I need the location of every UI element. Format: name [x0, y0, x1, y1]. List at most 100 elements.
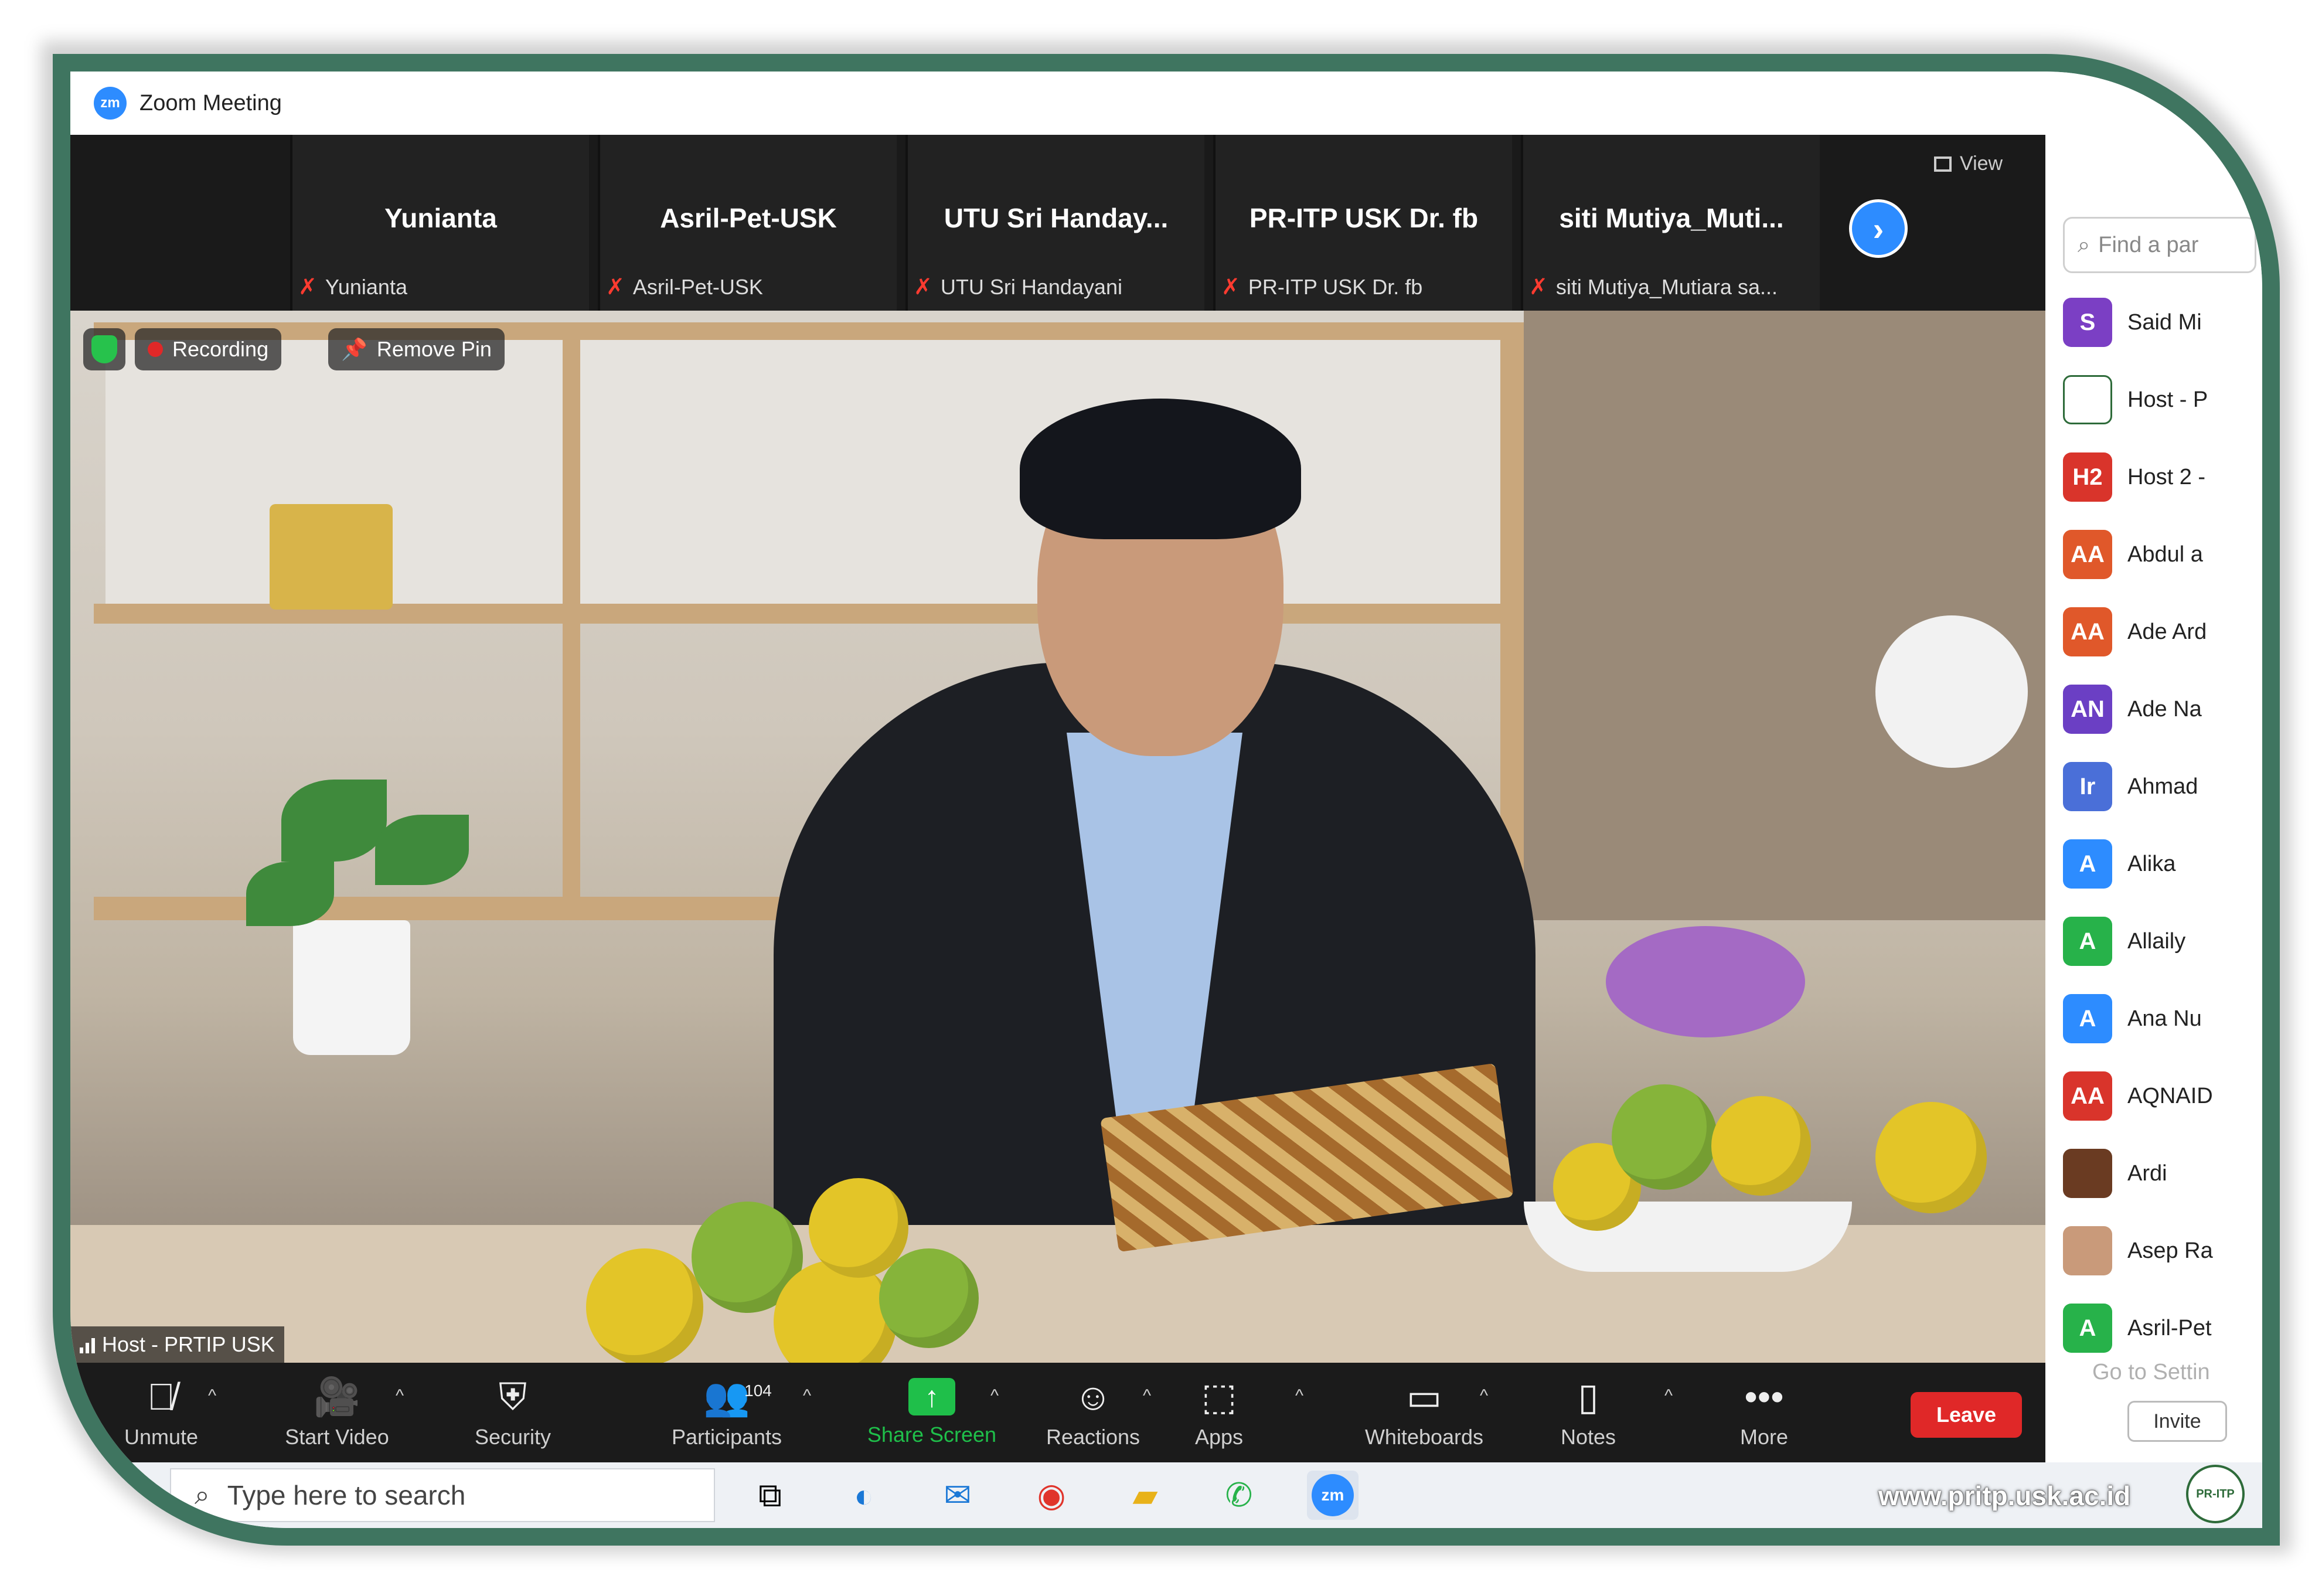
tile-label-text: Asril-Pet-USK — [632, 274, 763, 299]
participant-row[interactable]: Ir Ahmad — [2063, 757, 2262, 816]
participant-row[interactable]: Host - P — [2063, 370, 2262, 429]
invite-button[interactable]: Invite — [2127, 1401, 2227, 1442]
participant-name: Host - P — [2127, 387, 2208, 412]
participant-name: Ana Nu — [2127, 1006, 2202, 1031]
gallery-strip: Yunianta ✗ Yunianta Asril-Pet-USK ✗ Asril-… — [70, 135, 2045, 311]
notes-icon: ▯ — [1578, 1376, 1599, 1418]
signal-icon — [80, 1336, 95, 1353]
caret-up-icon[interactable]: ^ — [1664, 1386, 1673, 1406]
participant-avatar — [2063, 1149, 2112, 1198]
record-icon — [148, 342, 163, 357]
participant-row[interactable]: A Asril-Pet — [2063, 1299, 2262, 1357]
main-video: Recording 📌 Remove Pin Host - PRTIP USK — [70, 311, 2045, 1363]
taskbar-search-input[interactable]: ⌕ Type here to search — [170, 1468, 715, 1522]
caret-up-icon[interactable]: ^ — [1295, 1386, 1303, 1406]
zoom-taskbar-button[interactable]: zm — [1307, 1471, 1359, 1520]
mic-off-icon: 🎙̸ — [147, 1376, 175, 1418]
caret-up-icon[interactable]: ^ — [1143, 1386, 1151, 1406]
mic-muted-icon: ✗ — [1529, 275, 1548, 300]
fruit — [1875, 1102, 1987, 1213]
reactions-button[interactable]: ☺ Reactions — [1026, 1363, 1160, 1462]
more-dots-icon: ••• — [1744, 1376, 1784, 1418]
whiteboards-button[interactable]: ▭ Whiteboards — [1336, 1363, 1512, 1462]
participant-avatar: A — [2063, 917, 2112, 966]
notes-button[interactable]: ▯ Notes — [1535, 1363, 1641, 1462]
participant-row[interactable]: H2 Host 2 - — [2063, 448, 2262, 506]
fruit — [809, 1178, 908, 1278]
leave-button[interactable]: Leave — [1911, 1392, 2022, 1438]
participant-search-placeholder: Find a par — [2098, 232, 2199, 257]
search-icon: ⌕ — [2078, 232, 2091, 257]
speaker-name: Host - PRTIP USK — [102, 1332, 275, 1356]
chevron-right-icon: › — [1872, 210, 1884, 247]
unmute-button[interactable]: 🎙̸ Unmute — [94, 1363, 229, 1462]
gallery-tile[interactable]: siti Mutiya_Muti... ✗ siti Mutiya_Mutiara… — [1521, 135, 1820, 311]
participant-row[interactable]: A Alika — [2063, 835, 2262, 893]
share-screen-icon: ↑ — [908, 1378, 955, 1415]
participants-count: 104 — [744, 1381, 772, 1400]
participant-row[interactable]: AN Ade Na — [2063, 680, 2262, 739]
participant-row[interactable]: A Allaily — [2063, 912, 2262, 971]
shield-icon — [91, 335, 117, 363]
tile-label-text: PR-ITP USK Dr. fb — [1248, 274, 1423, 299]
participant-row[interactable]: A Ana Nu — [2063, 989, 2262, 1048]
participant-row[interactable]: S Said Mi — [2063, 293, 2262, 352]
recording-badge[interactable]: Recording — [135, 328, 282, 370]
caret-up-icon[interactable]: ^ — [1480, 1386, 1488, 1406]
tile-label: ✗ Yunianta — [298, 274, 407, 300]
gallery-tile[interactable]: Yunianta ✗ Yunianta — [290, 135, 589, 311]
apps-button[interactable]: ⬚ Apps — [1166, 1363, 1272, 1462]
gallery-tile[interactable]: UTU Sri Handay... ✗ UTU Sri Handayani — [905, 135, 1204, 311]
participant-row[interactable]: Ardi — [2063, 1144, 2262, 1203]
participant-row[interactable]: AA Abdul a — [2063, 525, 2262, 584]
decorative-frame: zm Zoom Meeting Yunianta ✗ Yunianta Asril… — [53, 54, 2280, 1546]
recording-label: Recording — [172, 337, 269, 361]
participant-name: Ade Ard — [2127, 619, 2207, 644]
caret-up-icon[interactable]: ^ — [208, 1386, 216, 1406]
share-screen-button[interactable]: ↑ Share Screen — [856, 1363, 1008, 1462]
gallery-tile[interactable]: PR-ITP USK Dr. fb ✗ PR-ITP USK Dr. fb — [1213, 135, 1512, 311]
caret-up-icon[interactable]: ^ — [803, 1386, 811, 1406]
participant-row[interactable]: AA Ade Ard — [2063, 603, 2262, 661]
participants-button[interactable]: 👥 104 Participants — [653, 1363, 800, 1462]
security-badge — [83, 328, 125, 370]
zoom-logo-icon: zm — [94, 87, 127, 120]
window-title: Zoom Meeting — [139, 90, 282, 115]
basket — [270, 504, 393, 610]
mail-icon[interactable]: ✉ — [932, 1471, 983, 1520]
settings-link[interactable]: Go to Settin — [2092, 1360, 2210, 1385]
remove-pin-button[interactable]: 📌 Remove Pin — [328, 328, 505, 370]
tile-name: siti Mutiya_Muti... — [1559, 203, 1784, 233]
chrome-icon[interactable]: ◉ — [1026, 1471, 1077, 1520]
participants-label: Participants — [671, 1425, 782, 1449]
participant-name: Host 2 - — [2127, 464, 2206, 489]
mic-muted-icon: ✗ — [298, 275, 317, 300]
tile-label-text: UTU Sri Handayani — [940, 274, 1122, 299]
participant-name: Ade Na — [2127, 696, 2202, 722]
whatsapp-icon[interactable]: ✆ — [1213, 1471, 1265, 1520]
participant-search-input[interactable]: ⌕ Find a par — [2063, 217, 2256, 273]
caret-up-icon[interactable]: ^ — [396, 1386, 404, 1406]
purple-flowers — [1606, 926, 1805, 1037]
participant-row[interactable]: AA AQNAID — [2063, 1067, 2262, 1125]
person-hair — [1020, 399, 1301, 539]
file-explorer-icon[interactable]: ▰ — [1119, 1471, 1171, 1520]
fruit — [586, 1248, 703, 1363]
participants-icon: 👥 104 — [703, 1376, 772, 1418]
leaf — [375, 815, 469, 885]
more-button[interactable]: ••• More — [1711, 1363, 1817, 1462]
task-view-icon[interactable]: ⧉ — [744, 1471, 796, 1520]
mic-muted-icon: ✗ — [1221, 275, 1240, 300]
speaker-name-tag: Host - PRTIP USK — [70, 1326, 284, 1363]
start-video-button[interactable]: 🎥 Start Video — [270, 1363, 404, 1462]
participant-avatar: AA — [2063, 1071, 2112, 1121]
next-page-button[interactable]: › — [1849, 199, 1908, 258]
edge-icon[interactable]: ◐ — [838, 1471, 890, 1520]
gallery-tile[interactable]: Asril-Pet-USK ✗ Asril-Pet-USK — [598, 135, 897, 311]
caret-up-icon[interactable]: ^ — [990, 1386, 999, 1406]
flowers — [1875, 615, 2028, 768]
view-button[interactable]: View — [1934, 152, 2003, 175]
participant-row[interactable]: Asep Ra — [2063, 1221, 2262, 1280]
zoom-app-icon: zm — [1312, 1474, 1354, 1516]
security-button[interactable]: ⛨ Security — [445, 1363, 580, 1462]
